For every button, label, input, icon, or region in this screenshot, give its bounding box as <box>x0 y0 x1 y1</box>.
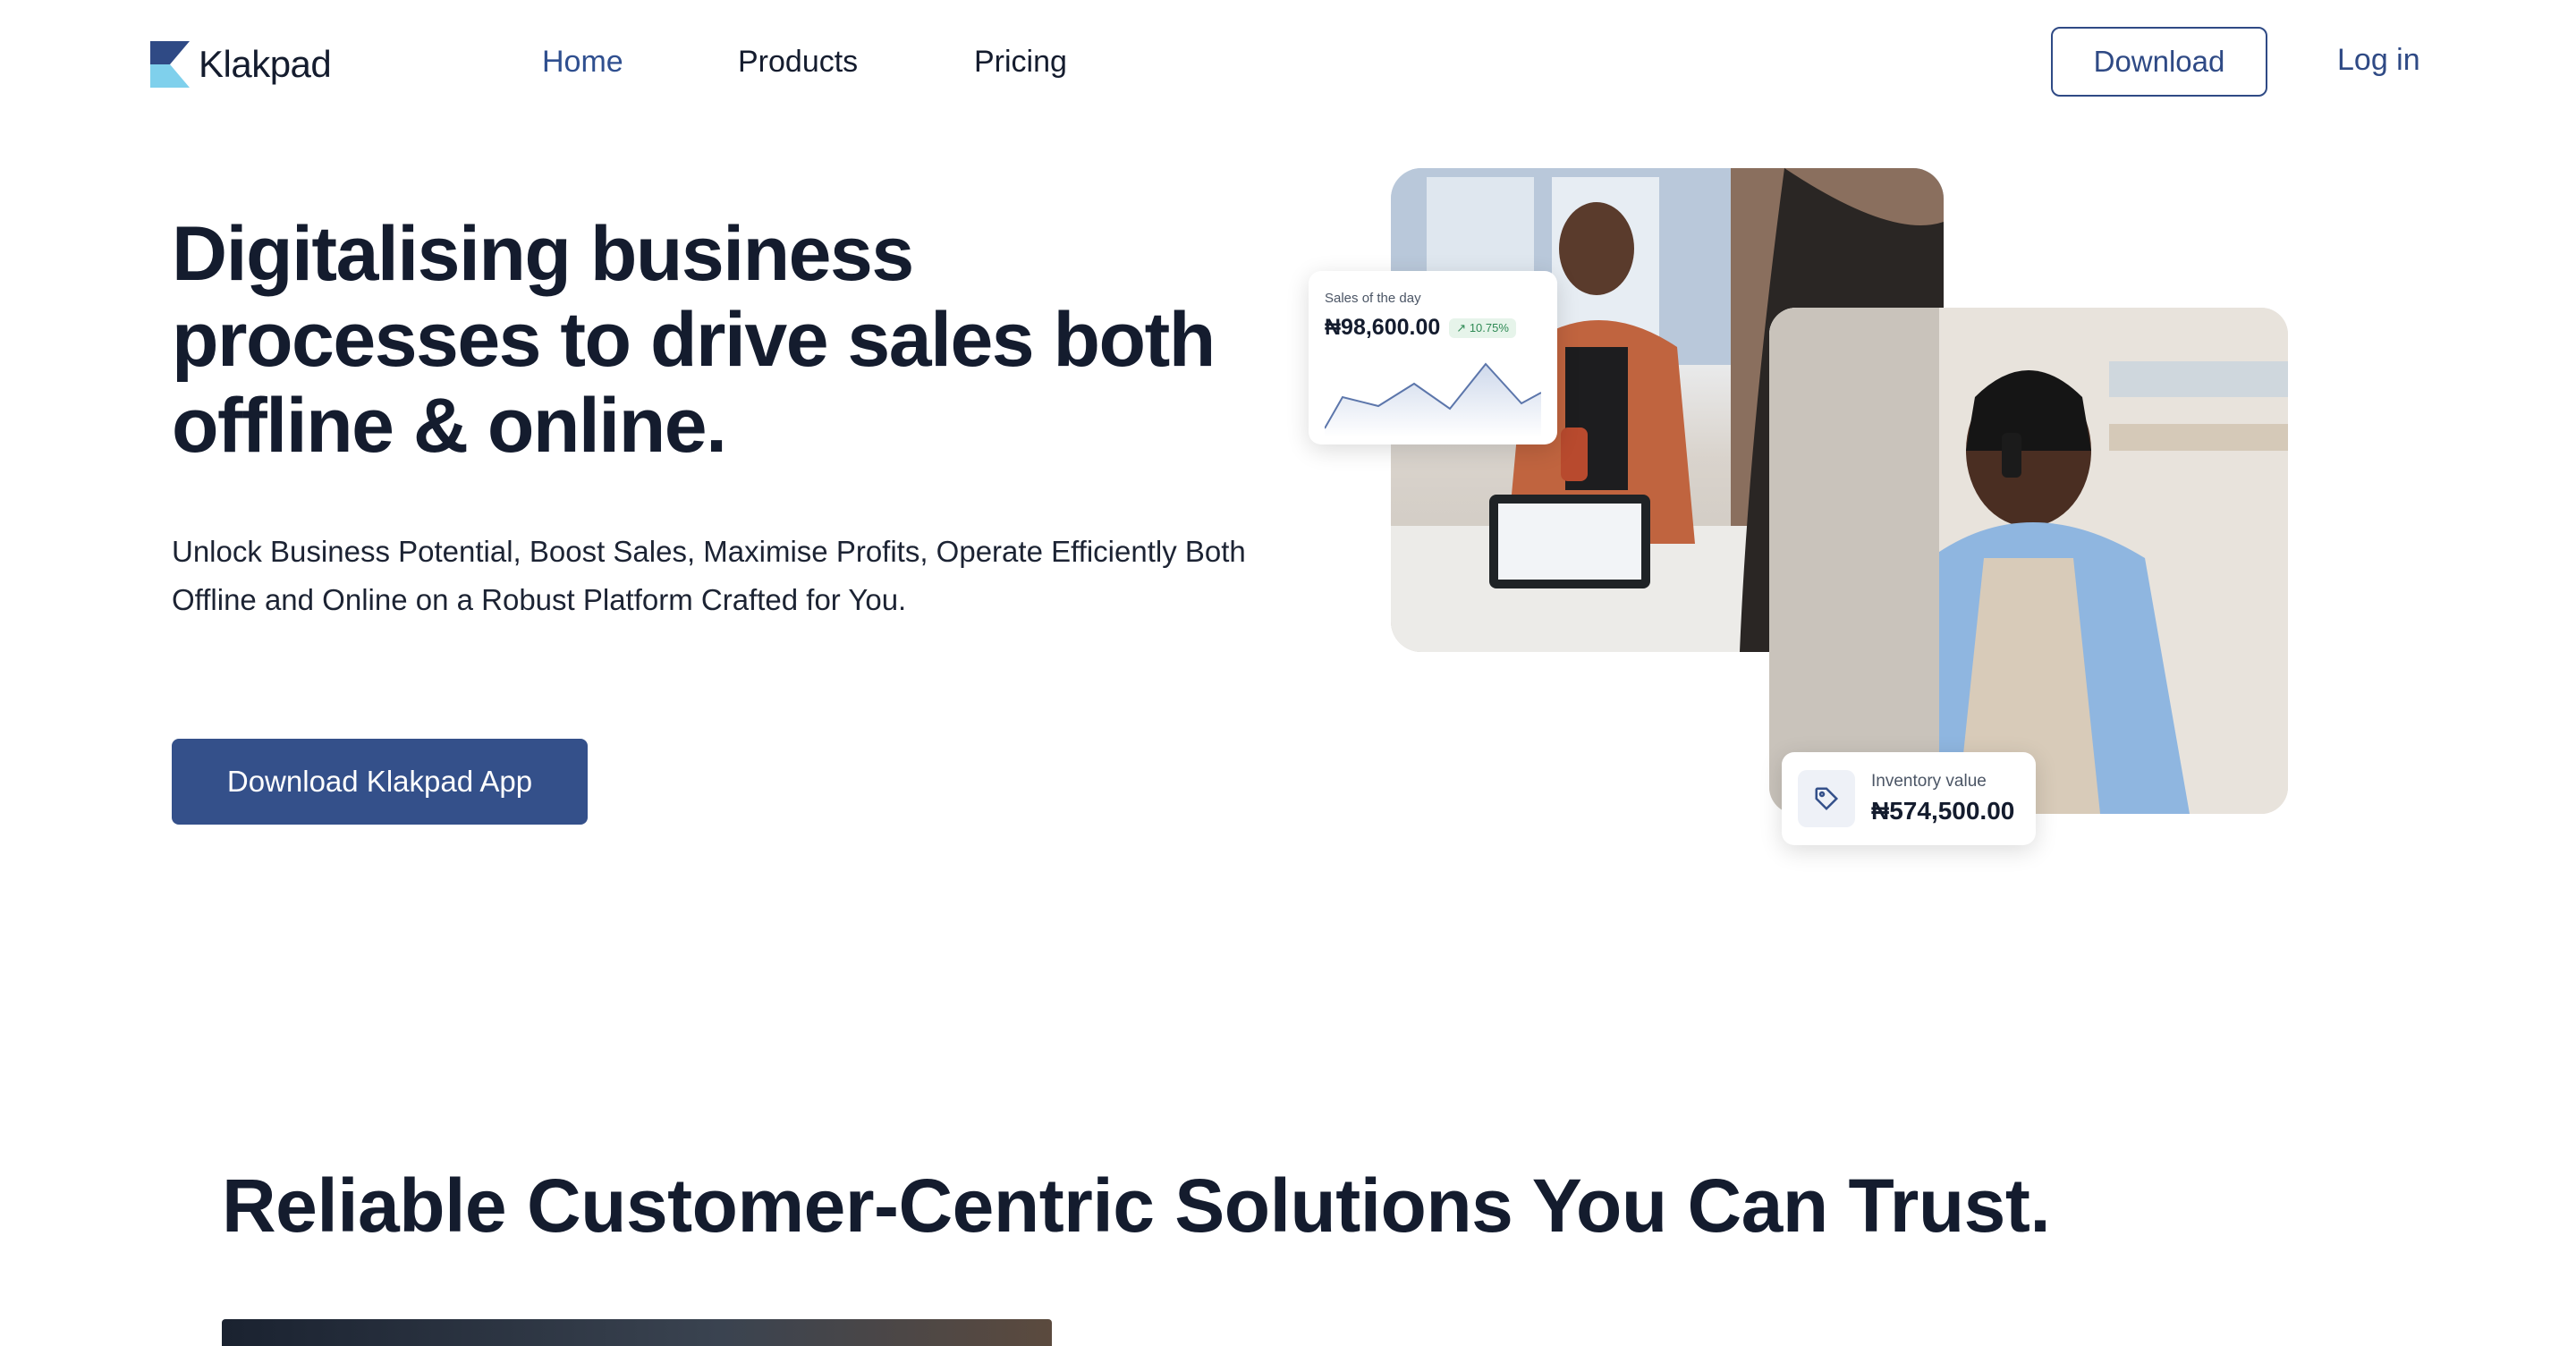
login-link[interactable]: Log in <box>2337 43 2420 78</box>
hero-photo-shop-owner <box>1769 308 2288 814</box>
sales-card-label: Sales of the day <box>1325 291 1421 306</box>
brand-logo[interactable]: Klakpad <box>150 41 332 88</box>
inventory-value-card: Inventory value ₦574,500.00 <box>1782 752 2036 845</box>
inventory-value: ₦574,500.00 <box>1871 797 2015 825</box>
tag-icon <box>1798 770 1855 827</box>
nav-home-link[interactable]: Home <box>542 45 623 80</box>
klakpad-logo-icon <box>150 41 190 88</box>
section-image <box>222 1319 1052 1346</box>
sales-sparkline <box>1324 362 1542 437</box>
section-title: Reliable Customer-Centric Solutions You … <box>222 1164 2051 1248</box>
download-app-button[interactable]: Download Klakpad App <box>172 739 588 825</box>
sales-change-value: 10.75% <box>1469 320 1509 334</box>
download-button[interactable]: Download <box>2051 27 2267 97</box>
sales-of-day-card: Sales of the day ₦98,600.00 ↗ 10.75% <box>1309 271 1557 444</box>
hero-subtitle: Unlock Business Potential, Boost Sales, … <box>172 535 1246 616</box>
sales-change-badge: ↗ 10.75% <box>1449 317 1516 338</box>
inventory-card-label: Inventory value <box>1871 772 1987 791</box>
nav-pricing-link[interactable]: Pricing <box>974 45 1067 80</box>
nav-products-link[interactable]: Products <box>738 45 858 80</box>
brand-name: Klakpad <box>199 43 332 85</box>
hero-title: Digitalising business processes to drive… <box>172 211 1216 469</box>
sales-value-row: ₦98,600.00 ↗ 10.75% <box>1325 315 1541 341</box>
trend-up-icon: ↗ <box>1456 320 1467 334</box>
sales-value: ₦98,600.00 <box>1325 315 1441 340</box>
